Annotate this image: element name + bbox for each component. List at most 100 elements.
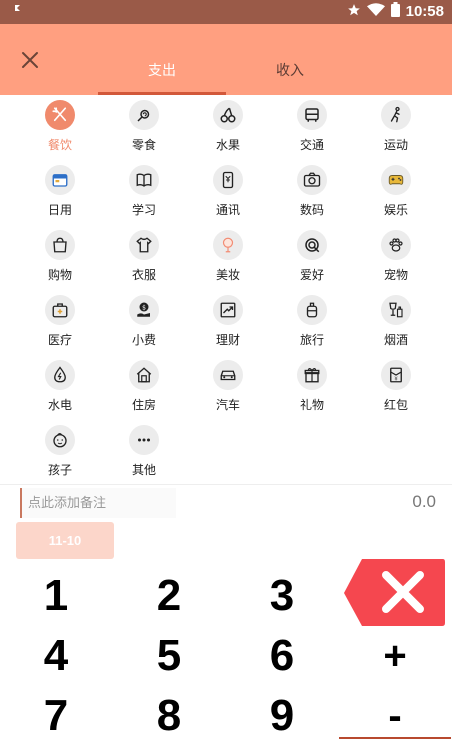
key-7[interactable]: 7 xyxy=(16,688,96,741)
category-label: 孩子 xyxy=(47,463,72,477)
key-6[interactable]: 6 xyxy=(242,628,322,684)
calendar-icon xyxy=(52,174,68,187)
cherry-icon xyxy=(220,107,236,123)
category-label: 通讯 xyxy=(215,203,240,217)
category-label: 运动 xyxy=(383,138,408,152)
category-clothes[interactable]: 衣服 xyxy=(102,230,186,290)
category-label: 小费 xyxy=(131,333,156,347)
category-label: 烟酒 xyxy=(383,333,408,347)
operator-underline xyxy=(339,737,451,739)
key-1[interactable]: 1 xyxy=(16,568,96,624)
tab-income[interactable]: 收入 xyxy=(226,60,354,80)
camera-icon xyxy=(303,172,321,187)
category-label: 汽车 xyxy=(215,398,240,412)
category-label: 旅行 xyxy=(299,333,324,347)
red-envelope-icon: ¥ xyxy=(390,367,402,383)
category-travel[interactable]: 旅行 xyxy=(270,295,354,355)
category-housing[interactable]: 住房 xyxy=(102,360,186,420)
category-finance[interactable]: 理财 xyxy=(186,295,270,355)
delete-button[interactable] xyxy=(344,559,445,626)
category-label: 衣服 xyxy=(131,268,156,282)
category-label: 宠物 xyxy=(383,268,408,282)
key-5[interactable]: 5 xyxy=(129,628,209,684)
category-label: 水果 xyxy=(215,138,240,152)
category-utilities[interactable]: 水电 xyxy=(18,360,102,420)
battery-icon xyxy=(390,2,400,21)
category-medical[interactable]: 医疗 xyxy=(18,295,102,355)
category-label: 购物 xyxy=(47,268,72,282)
category-label: 娱乐 xyxy=(383,203,408,217)
category-sports[interactable]: 运动 xyxy=(354,100,438,160)
category-label: 数码 xyxy=(299,203,324,217)
category-daily[interactable]: 日用 xyxy=(18,165,102,225)
category-makeup[interactable]: 美妆 xyxy=(186,230,270,290)
car-icon xyxy=(220,370,236,381)
key-2[interactable]: 2 xyxy=(129,568,209,624)
paw-icon xyxy=(389,238,403,252)
category-tip[interactable]: $ 小费 xyxy=(102,295,186,355)
shirt-icon xyxy=(136,237,152,253)
key-8[interactable]: 8 xyxy=(129,688,209,741)
category-label: 红包 xyxy=(383,398,408,412)
category-label: 交通 xyxy=(299,138,324,152)
key-3[interactable]: 3 xyxy=(242,568,322,624)
close-icon xyxy=(22,52,38,68)
close-button[interactable] xyxy=(18,48,42,72)
category-label: 礼物 xyxy=(299,398,324,412)
category-tobacco-alcohol[interactable]: 烟酒 xyxy=(354,295,438,355)
luggage-icon xyxy=(306,302,318,318)
category-label: 理财 xyxy=(215,333,240,347)
category-pets[interactable]: 宠物 xyxy=(354,230,438,290)
category-telecom[interactable]: 通讯 xyxy=(186,165,270,225)
target-icon xyxy=(305,238,320,253)
category-label: 水电 xyxy=(47,398,72,412)
category-car[interactable]: 汽车 xyxy=(186,360,270,420)
category-red-envelope[interactable]: ¥ 红包 xyxy=(354,360,438,420)
chart-up-icon xyxy=(220,302,236,318)
minus-button[interactable]: - xyxy=(355,688,435,741)
category-label: 餐饮 xyxy=(47,138,72,152)
utensils-icon xyxy=(52,107,67,122)
category-children[interactable]: 孩子 xyxy=(18,425,102,485)
category-snacks[interactable]: 零食 xyxy=(102,100,186,160)
shopping-bag-icon xyxy=(53,237,67,253)
category-label: 美妆 xyxy=(215,268,240,282)
plus-button[interactable]: + xyxy=(355,628,435,684)
category-label: 其他 xyxy=(131,463,156,477)
category-transport[interactable]: 交通 xyxy=(270,100,354,160)
category-study[interactable]: 学习 xyxy=(102,165,186,225)
date-button[interactable]: 11-10 xyxy=(16,522,114,559)
category-dining[interactable]: 餐饮 xyxy=(18,100,102,160)
category-label: 日用 xyxy=(47,203,72,217)
key-9[interactable]: 9 xyxy=(242,688,322,741)
category-shopping[interactable]: 购物 xyxy=(18,230,102,290)
remark-input[interactable] xyxy=(20,488,176,518)
category-gift[interactable]: 礼物 xyxy=(270,360,354,420)
category-other[interactable]: 其他 xyxy=(102,425,186,485)
category-label: 零食 xyxy=(131,138,156,152)
category-fruit[interactable]: 水果 xyxy=(186,100,270,160)
wifi-icon xyxy=(366,2,385,21)
tip-icon: $ xyxy=(137,302,150,317)
category-entertainment[interactable]: 娱乐 xyxy=(354,165,438,225)
gift-icon xyxy=(304,368,320,383)
svg-text:$: $ xyxy=(142,304,146,311)
status-time: 10:58 xyxy=(405,3,444,20)
baby-icon xyxy=(53,433,67,448)
water-drop-icon xyxy=(54,366,66,383)
mirror-icon xyxy=(222,237,234,253)
running-icon xyxy=(390,106,400,123)
category-label: 住房 xyxy=(131,398,156,412)
tab-expense[interactable]: 支出 xyxy=(98,60,226,80)
gamepad-icon xyxy=(388,175,404,185)
notification-icon xyxy=(14,4,22,15)
category-digital[interactable]: 数码 xyxy=(270,165,354,225)
house-icon xyxy=(136,367,152,383)
category-hobby[interactable]: 爱好 xyxy=(270,230,354,290)
wine-icon xyxy=(389,302,403,318)
divider xyxy=(0,484,452,485)
status-bar: 10:58 xyxy=(0,0,452,24)
key-4[interactable]: 4 xyxy=(16,628,96,684)
bus-icon xyxy=(305,108,319,122)
medkit-icon xyxy=(52,303,68,318)
